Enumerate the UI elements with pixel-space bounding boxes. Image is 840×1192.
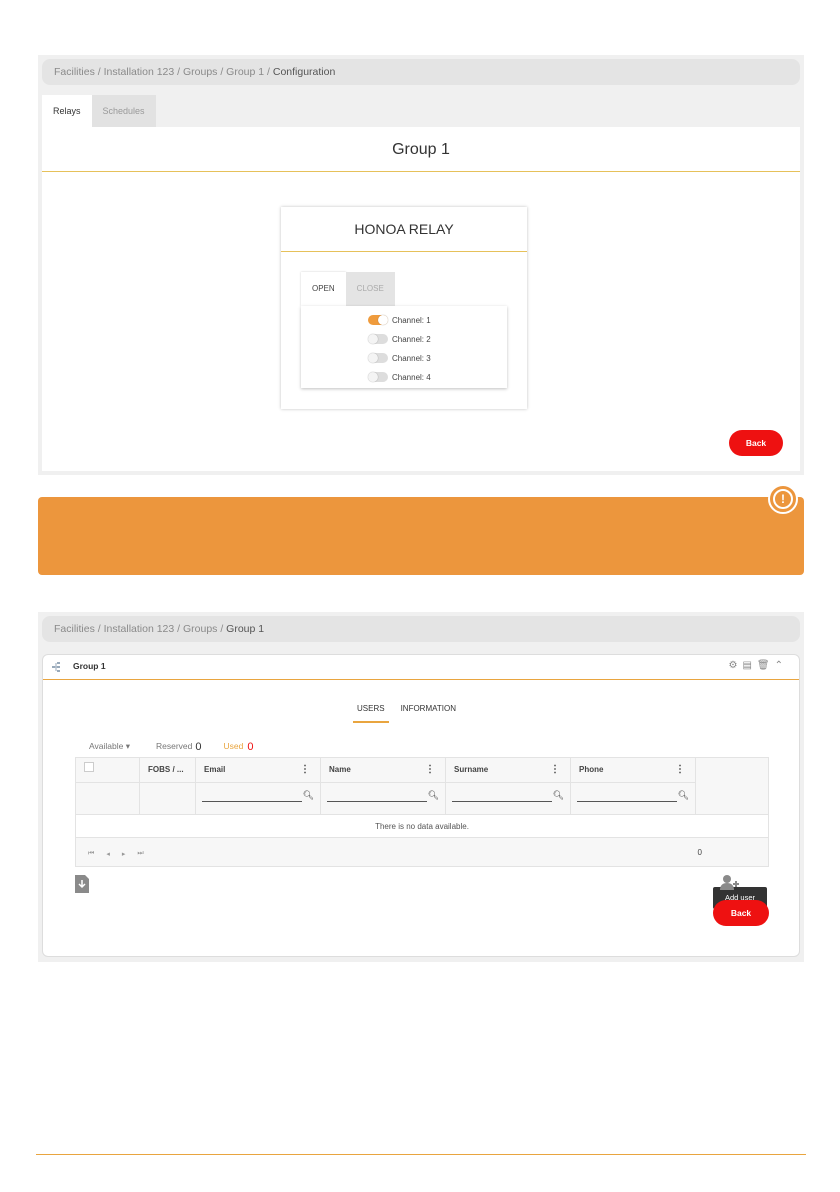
pdf-icon[interactable]: ▤ — [742, 660, 751, 671]
channel-1-label: Channel: 1 — [392, 315, 431, 325]
search-icon[interactable]: 🔍︎ — [678, 790, 689, 801]
breadcrumb: Facilities / Installation 123 / Groups /… — [42, 616, 800, 642]
used-label: Used — [223, 741, 244, 751]
channel-2-toggle[interactable] — [368, 334, 388, 344]
last-page-icon[interactable]: ⏭ — [137, 850, 143, 858]
card-header-actions: ⚙ ▤ 🗑 ⌃ — [728, 660, 783, 671]
surname-filter[interactable]: 🔍︎ — [446, 782, 571, 814]
channel-2-label: Channel: 2 — [392, 334, 431, 344]
email-filter[interactable]: 🔍︎ — [196, 782, 321, 814]
channel-1-toggle[interactable] — [368, 315, 388, 325]
reserved-count: 0 — [195, 741, 202, 753]
relay-card: HONOA RELAY OPEN CLOSE Channel: 1 Channe… — [281, 207, 527, 409]
channel-4-toggle[interactable] — [368, 372, 388, 382]
breadcrumb-path[interactable]: Facilities / Installation 123 / Groups /… — [54, 66, 270, 78]
name-filter[interactable]: 🔍︎ — [321, 782, 446, 814]
available-dropdown[interactable]: Available ▾ — [89, 741, 130, 753]
tab-information[interactable]: INFORMATION — [397, 703, 460, 721]
config-tabs: Relays Schedules — [42, 95, 156, 127]
used-count: 0 — [247, 741, 254, 753]
warning-banner — [38, 497, 804, 575]
relays-content: Group 1 HONOA RELAY OPEN CLOSE Channel: … — [42, 127, 800, 471]
breadcrumb: Facilities / Installation 123 / Groups /… — [42, 59, 800, 85]
group-tabs: USERS INFORMATION — [353, 703, 460, 723]
reserved-label: Reserved — [155, 741, 193, 751]
back-button[interactable]: Back — [713, 900, 769, 926]
column-header-phone[interactable]: Phone ⋮ — [571, 758, 696, 782]
column-menu-icon[interactable]: ⋮ — [675, 758, 685, 782]
card-title: Group 1 — [73, 661, 106, 671]
title-divider — [42, 171, 800, 172]
channel-row-3: Channel: 3 — [368, 351, 431, 365]
relay-title: HONOA RELAY — [354, 221, 454, 237]
channel-row-4: Channel: 4 — [368, 370, 431, 384]
column-header-name[interactable]: Name ⋮ — [321, 758, 446, 782]
users-table: FOBS / ... Email ⋮ Name ⋮ Surname ⋮ Phone ⋮ … — [75, 757, 769, 867]
phone-filter[interactable]: 🔍︎ — [571, 782, 696, 814]
tab-relays[interactable]: Relays — [42, 95, 92, 127]
column-menu-icon[interactable]: ⋮ — [550, 758, 560, 782]
group-card: Group 1 ⚙ ▤ 🗑 ⌃ USERS INFORMATION Availa… — [42, 654, 800, 957]
first-page-icon[interactable]: ⏮ — [88, 850, 94, 858]
channel-3-toggle[interactable] — [368, 353, 388, 363]
tab-schedules[interactable]: Schedules — [91, 95, 156, 127]
breadcrumb-current: Group 1 — [226, 623, 265, 635]
channel-row-2: Channel: 2 — [368, 332, 431, 346]
page-title: Group 1 — [392, 141, 450, 158]
total-count: 0 — [697, 848, 702, 857]
pagination: ⏮ ◂ ▸ ⏭ — [88, 850, 144, 858]
channel-list: Channel: 1 Channel: 2 Channel: 3 Channel… — [301, 306, 507, 388]
relay-tabs: OPEN CLOSE — [301, 272, 395, 306]
relay-divider — [281, 251, 527, 252]
card-divider — [43, 679, 799, 680]
column-header-email[interactable]: Email ⋮ — [196, 758, 321, 782]
breadcrumb-path[interactable]: Facilities / Installation 123 / Groups / — [54, 623, 223, 635]
gear-icon[interactable]: ⚙ — [728, 660, 737, 671]
tree-icon — [52, 662, 60, 672]
download-icon[interactable] — [75, 875, 89, 893]
trash-icon[interactable]: 🗑 — [757, 660, 770, 671]
select-all-cell — [76, 758, 140, 782]
footer-divider — [36, 1154, 806, 1155]
tab-open[interactable]: OPEN — [301, 272, 346, 306]
channel-3-label: Channel: 3 — [392, 353, 431, 363]
exclamation-circle-icon: ! — [768, 484, 798, 514]
prev-page-icon[interactable]: ◂ — [106, 850, 110, 858]
user-stats: Available ▾ Reserved 0 Used 0 — [89, 741, 253, 753]
back-button[interactable]: Back — [729, 430, 783, 456]
column-menu-icon[interactable]: ⋮ — [300, 758, 310, 782]
column-header-fobs[interactable]: FOBS / ... — [140, 758, 196, 782]
next-page-icon[interactable]: ▸ — [122, 850, 126, 858]
search-icon[interactable]: 🔍︎ — [428, 790, 439, 801]
search-icon[interactable]: 🔍︎ — [303, 790, 314, 801]
chevron-up-icon[interactable]: ⌃ — [775, 660, 783, 671]
select-all-checkbox[interactable] — [84, 762, 94, 772]
channel-4-label: Channel: 4 — [392, 372, 431, 382]
search-icon[interactable]: 🔍︎ — [553, 790, 564, 801]
tab-close[interactable]: CLOSE — [345, 272, 395, 306]
group-panel: Facilities / Installation 123 / Groups /… — [38, 612, 804, 962]
empty-message: There is no data available. — [76, 814, 768, 838]
breadcrumb-current: Configuration — [272, 66, 336, 78]
add-user-icon[interactable] — [719, 874, 741, 890]
column-menu-icon[interactable]: ⋮ — [425, 758, 435, 782]
column-header-surname[interactable]: Surname ⋮ — [446, 758, 571, 782]
tab-users[interactable]: USERS — [353, 703, 389, 723]
channel-row-1: Channel: 1 — [368, 313, 431, 327]
relay-config-panel: Facilities / Installation 123 / Groups /… — [38, 55, 804, 475]
